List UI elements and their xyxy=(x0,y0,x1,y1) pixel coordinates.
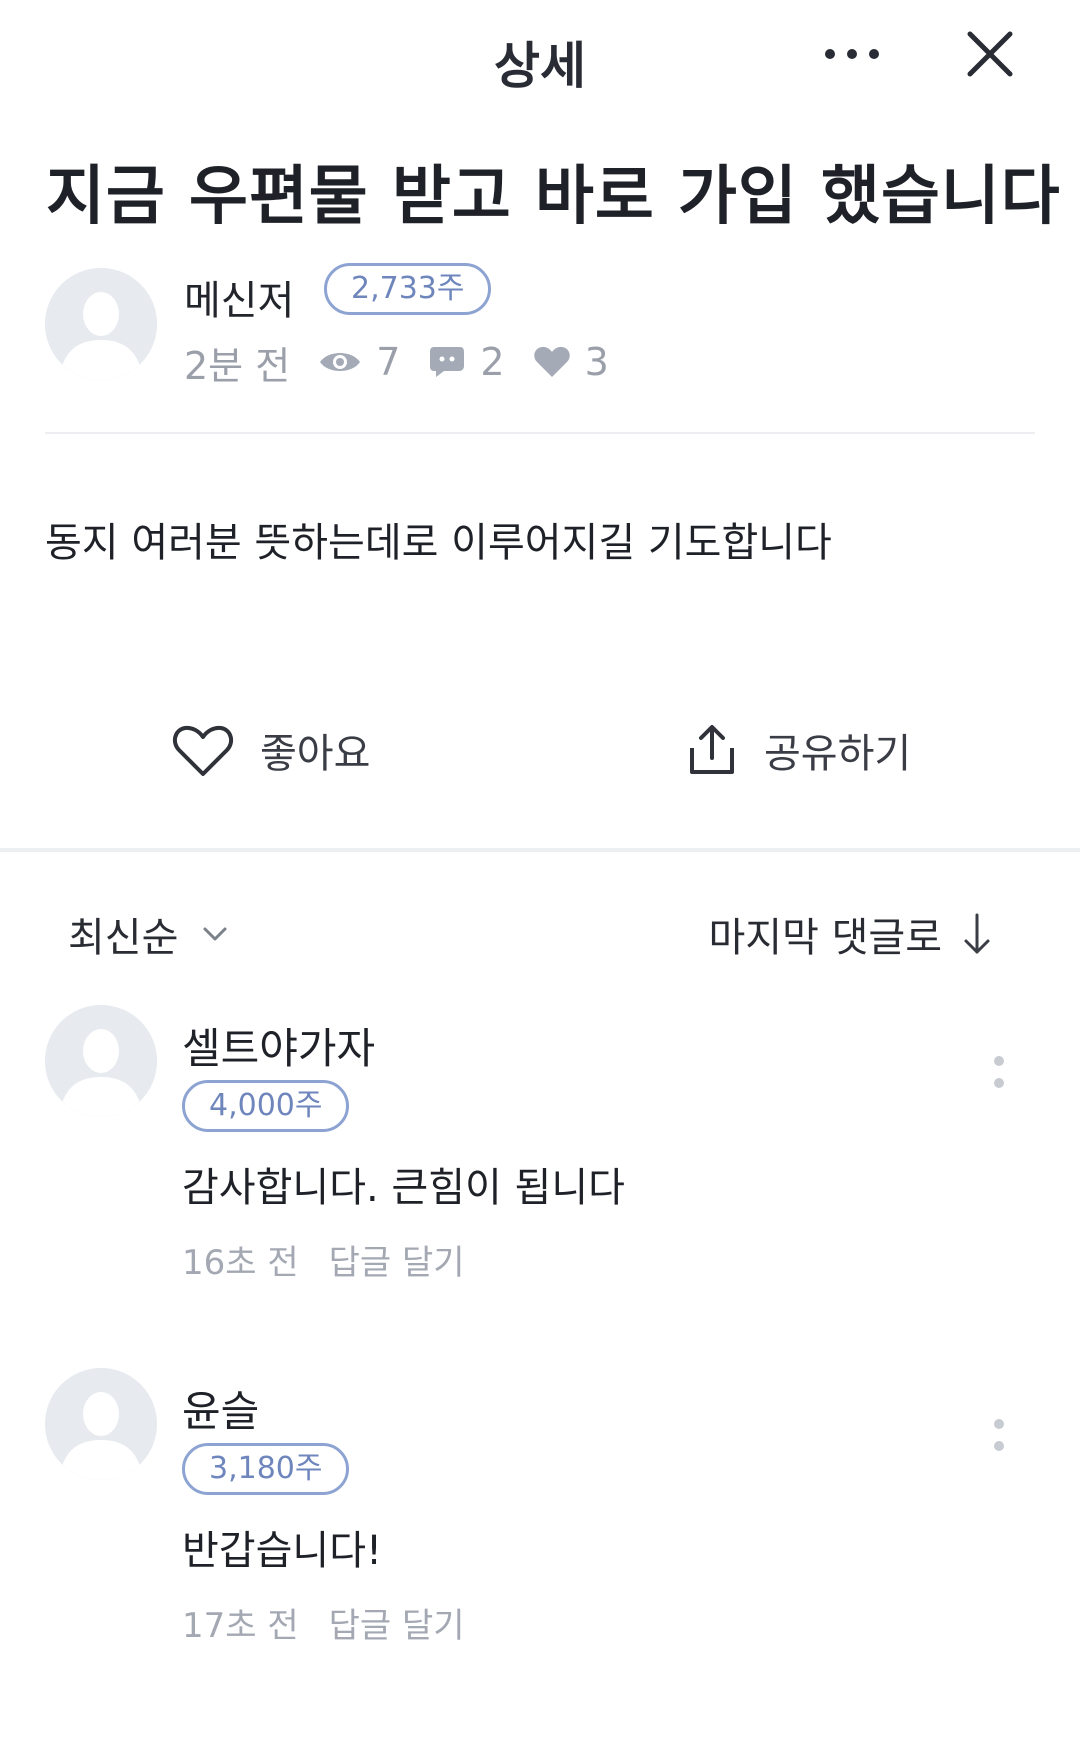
comment-item: 윤슬 3,180주 반갑습니다! 17초 전 답글 달기 xyxy=(0,1368,1080,1668)
like-count-value: 3 xyxy=(584,340,609,384)
jump-to-last-comment[interactable]: 마지막 댓글로 xyxy=(708,905,992,963)
page-title: 상세 xyxy=(494,37,586,95)
default-avatar-icon xyxy=(45,268,157,380)
sort-label: 최신순 xyxy=(68,915,179,961)
comment-text: 반갑습니다! xyxy=(182,1528,383,1574)
heart-filled-icon xyxy=(533,346,570,377)
comment-footer: 17초 전 답글 달기 xyxy=(182,1598,465,1647)
post-body: 동지 여러분 뜻하는데로 이루어지길 기도합니다 xyxy=(45,520,832,566)
arrow-down-icon xyxy=(964,913,990,954)
section-divider xyxy=(0,848,1080,852)
commenter-share-badge: 3,180주 xyxy=(182,1443,350,1495)
top-bar: 상세 xyxy=(0,0,1080,120)
close-icon[interactable] xyxy=(958,22,1022,86)
share-upload-icon xyxy=(690,725,734,774)
reply-button[interactable]: 답글 달기 xyxy=(329,1598,465,1647)
comment-count-value: 2 xyxy=(480,340,505,384)
chevron-down-icon xyxy=(203,927,227,941)
author-share-badge: 2,733주 xyxy=(324,263,492,315)
comment-time: 17초 전 xyxy=(182,1606,299,1646)
like-count: 3 xyxy=(533,340,609,384)
view-count: 7 xyxy=(318,340,400,384)
commenter-share-badge: 4,000주 xyxy=(182,1080,350,1132)
commenter-avatar[interactable] xyxy=(45,1005,157,1117)
comment-bubble-icon xyxy=(430,347,465,377)
more-horizontal-icon[interactable] xyxy=(822,44,882,64)
default-avatar-icon xyxy=(45,1005,157,1117)
heart-outline-icon xyxy=(172,725,234,776)
commenter-name[interactable]: 셀트야가자 xyxy=(182,1015,375,1076)
author-name[interactable]: 메신저 xyxy=(184,268,294,326)
comment-time: 16초 전 xyxy=(182,1243,299,1283)
view-count-value: 7 xyxy=(376,340,401,384)
jump-label: 마지막 댓글로 xyxy=(708,915,942,961)
commenter-avatar[interactable] xyxy=(45,1368,157,1480)
more-vertical-icon[interactable] xyxy=(984,1416,1014,1476)
post-time: 2분 전 xyxy=(184,343,291,388)
post-title: 지금 우편물 받고 바로 가입 했습니다 xyxy=(46,160,1061,234)
like-button[interactable]: 좋아요 xyxy=(172,718,370,782)
comment-count: 2 xyxy=(428,340,505,384)
eye-icon xyxy=(320,353,361,371)
author-avatar[interactable] xyxy=(45,268,157,380)
sort-dropdown[interactable]: 최신순 xyxy=(68,905,228,963)
comment-footer: 16초 전 답글 달기 xyxy=(182,1235,465,1284)
commenter-name[interactable]: 윤슬 xyxy=(182,1378,259,1439)
share-button[interactable]: 공유하기 xyxy=(686,718,911,782)
divider xyxy=(45,432,1035,434)
like-button-label: 좋아요 xyxy=(260,731,371,777)
share-button-label: 공유하기 xyxy=(764,731,912,777)
more-vertical-icon[interactable] xyxy=(984,1053,1014,1113)
default-avatar-icon xyxy=(45,1368,157,1480)
post-meta: 2분 전 7 2 3 xyxy=(184,340,637,388)
comment-item: 셀트야가자 4,000주 감사합니다. 큰힘이 됩니다 16초 전 답글 달기 xyxy=(0,1005,1080,1305)
reply-button[interactable]: 답글 달기 xyxy=(329,1235,465,1284)
comment-text: 감사합니다. 큰힘이 됩니다 xyxy=(182,1165,625,1211)
